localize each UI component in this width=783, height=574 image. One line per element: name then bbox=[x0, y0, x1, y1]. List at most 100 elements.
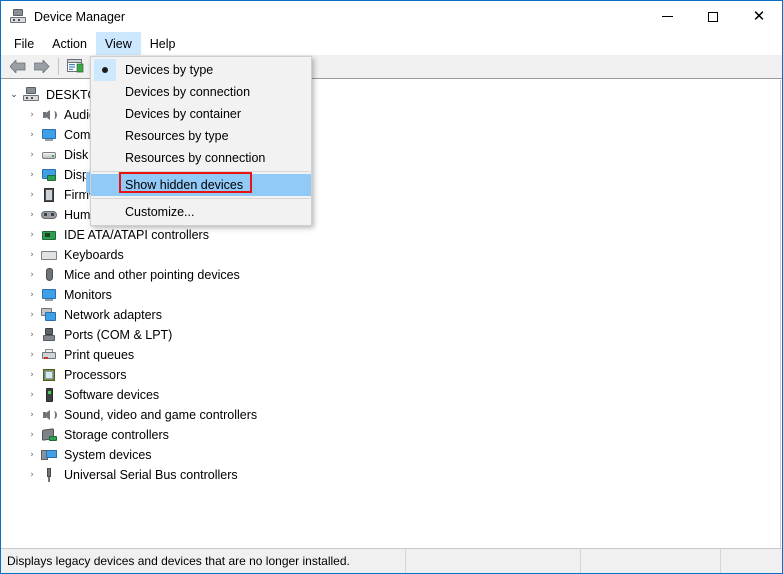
minimize-button[interactable] bbox=[644, 1, 690, 32]
menu-item-label: Devices by type bbox=[125, 63, 214, 77]
storage-controller-icon bbox=[41, 427, 57, 443]
tree-item-label: Storage controllers bbox=[64, 428, 169, 442]
mouse-icon bbox=[41, 267, 57, 283]
menu-separator bbox=[92, 198, 310, 199]
usb-icon bbox=[41, 467, 57, 483]
menu-item-show-hidden-devices[interactable]: Show hidden devices bbox=[91, 174, 311, 196]
radio-selected-icon bbox=[94, 59, 116, 81]
chevron-right-icon[interactable]: › bbox=[23, 170, 41, 180]
forward-button[interactable] bbox=[30, 56, 54, 78]
chevron-right-icon[interactable]: › bbox=[23, 350, 41, 360]
tree-item-label: Monitors bbox=[64, 288, 112, 302]
tree-item-ports[interactable]: › Ports (COM & LPT) bbox=[1, 325, 780, 345]
minimize-icon bbox=[661, 16, 673, 17]
tree-item-label: Ports (COM & LPT) bbox=[64, 328, 173, 342]
menu-item-devices-by-connection[interactable]: Devices by connection bbox=[91, 81, 311, 103]
tree-item-mice[interactable]: › Mice and other pointing devices bbox=[1, 265, 780, 285]
chevron-down-icon[interactable]: ⌄ bbox=[5, 90, 23, 100]
chevron-right-icon[interactable]: › bbox=[23, 310, 41, 320]
chevron-right-icon[interactable]: › bbox=[23, 130, 41, 140]
chevron-right-icon[interactable]: › bbox=[23, 110, 41, 120]
hid-icon bbox=[41, 207, 57, 223]
tree-item-sound-video-game[interactable]: › Sound, video and game controllers bbox=[1, 405, 780, 425]
chevron-right-icon[interactable]: › bbox=[23, 330, 41, 340]
menu-item-resources-by-connection[interactable]: Resources by connection bbox=[91, 147, 311, 169]
software-device-icon bbox=[41, 387, 57, 403]
tree-item-processors[interactable]: › Processors bbox=[1, 365, 780, 385]
chevron-right-icon[interactable]: › bbox=[23, 190, 41, 200]
menu-action[interactable]: Action bbox=[43, 32, 96, 55]
tree-item-network-adapters[interactable]: › Network adapters bbox=[1, 305, 780, 325]
radio-check-gutter bbox=[91, 59, 119, 81]
maximize-icon bbox=[708, 11, 718, 22]
menu-item-customize[interactable]: Customize... bbox=[91, 201, 311, 223]
tree-item-storage-controllers[interactable]: › Storage controllers bbox=[1, 425, 780, 445]
radio-check-gutter bbox=[91, 201, 119, 223]
disk-drive-icon bbox=[41, 147, 57, 163]
arrow-right-icon bbox=[34, 60, 50, 73]
radio-check-gutter bbox=[91, 103, 119, 125]
device-manager-icon bbox=[10, 8, 26, 25]
tree-item-software-devices[interactable]: › Software devices bbox=[1, 385, 780, 405]
display-adapter-icon bbox=[41, 167, 57, 183]
chevron-right-icon[interactable]: › bbox=[23, 450, 41, 460]
tree-item-monitors[interactable]: › Monitors bbox=[1, 285, 780, 305]
menu-item-label: Customize... bbox=[125, 205, 195, 219]
tree-item-label: Sound, video and game controllers bbox=[64, 408, 258, 422]
window-controls: ✕ bbox=[644, 1, 782, 32]
title-bar: Device Manager ✕ bbox=[1, 1, 782, 32]
radio-check-gutter bbox=[91, 125, 119, 147]
tree-item-system-devices[interactable]: › System devices bbox=[1, 445, 780, 465]
menu-file[interactable]: File bbox=[5, 32, 43, 55]
tree-item-ide[interactable]: › IDE ATA/ATAPI controllers bbox=[1, 225, 780, 245]
toolbar-separator bbox=[58, 58, 59, 75]
tree-item-label: Print queues bbox=[64, 348, 135, 362]
close-button[interactable]: ✕ bbox=[736, 1, 782, 32]
chevron-right-icon[interactable]: › bbox=[23, 410, 41, 420]
chevron-right-icon[interactable]: › bbox=[23, 470, 41, 480]
chevron-right-icon[interactable]: › bbox=[23, 290, 41, 300]
chevron-right-icon[interactable]: › bbox=[23, 230, 41, 240]
chevron-right-icon[interactable]: › bbox=[23, 150, 41, 160]
menu-help[interactable]: Help bbox=[141, 32, 185, 55]
tree-item-label: Network adapters bbox=[64, 308, 162, 322]
chevron-right-icon[interactable]: › bbox=[23, 390, 41, 400]
chevron-right-icon[interactable]: › bbox=[23, 430, 41, 440]
tree-item-label: Universal Serial Bus controllers bbox=[64, 468, 238, 482]
printer-icon bbox=[41, 347, 57, 363]
tree-item-label: Mice and other pointing devices bbox=[64, 268, 240, 282]
tree-item-label: System devices bbox=[64, 448, 152, 462]
view-menu-dropdown: Devices by type Devices by connection De… bbox=[90, 56, 312, 226]
menu-separator bbox=[92, 171, 310, 172]
keyboard-icon bbox=[41, 247, 57, 263]
menu-item-devices-by-type[interactable]: Devices by type bbox=[91, 59, 311, 81]
chevron-right-icon[interactable]: › bbox=[23, 250, 41, 260]
ide-controller-icon bbox=[41, 227, 57, 243]
menu-view[interactable]: View bbox=[95, 32, 141, 55]
close-icon: ✕ bbox=[752, 7, 766, 25]
status-panel-2 bbox=[406, 549, 581, 573]
back-button[interactable] bbox=[6, 56, 30, 78]
chevron-right-icon[interactable]: › bbox=[23, 270, 41, 280]
speaker-icon bbox=[41, 107, 57, 123]
speaker-icon bbox=[41, 407, 57, 423]
chevron-right-icon[interactable]: › bbox=[23, 210, 41, 220]
properties-button[interactable] bbox=[63, 56, 87, 78]
details-pane bbox=[781, 80, 782, 548]
network-adapter-icon bbox=[41, 307, 57, 323]
tree-item-label: Software devices bbox=[64, 388, 160, 402]
chevron-right-icon[interactable]: › bbox=[23, 370, 41, 380]
tree-item-keyboards[interactable]: › Keyboards bbox=[1, 245, 780, 265]
tree-item-usb-controllers[interactable]: › Universal Serial Bus controllers bbox=[1, 465, 780, 485]
tree-item-label: IDE ATA/ATAPI controllers bbox=[64, 228, 209, 242]
radio-check-gutter bbox=[91, 147, 119, 169]
radio-check-gutter bbox=[91, 174, 119, 196]
tree-item-print-queues[interactable]: › Print queues bbox=[1, 345, 780, 365]
menu-item-label: Devices by container bbox=[125, 107, 242, 121]
menu-item-devices-by-container[interactable]: Devices by container bbox=[91, 103, 311, 125]
tree-item-label: Processors bbox=[64, 368, 127, 382]
menu-item-resources-by-type[interactable]: Resources by type bbox=[91, 125, 311, 147]
maximize-button[interactable] bbox=[690, 1, 736, 32]
port-icon bbox=[41, 327, 57, 343]
menu-item-label: Resources by connection bbox=[125, 151, 266, 165]
